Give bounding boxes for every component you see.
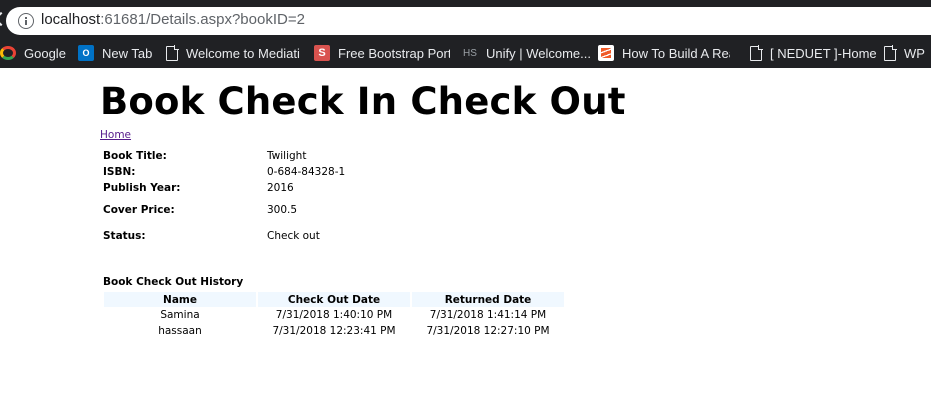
table-row: hassaan 7/31/2018 12:23:41 PM 7/31/2018 … — [104, 323, 564, 339]
bookmark-label: [ NEDUET ]-Home — [770, 45, 877, 61]
bookmark-unify[interactable]: HS Unify | Welcome... — [462, 44, 591, 62]
cell-checkout-date: 7/31/2018 1:40:10 PM — [275, 309, 393, 321]
history-table: Name Check Out Date Returned Date Samina… — [102, 292, 566, 339]
url-text[interactable]: localhost:61681/Details.aspx?bookID=2 — [41, 11, 305, 28]
isbn-label: ISBN: — [103, 166, 136, 178]
column-header-returned-date: Returned Date — [412, 292, 564, 307]
page-icon — [166, 44, 179, 61]
column-header-checkout-date: Check Out Date — [258, 292, 410, 307]
bookmark-label: Welcome to Mediati — [186, 45, 300, 61]
table-header-row: Name Check Out Date Returned Date — [104, 292, 564, 307]
info-icon[interactable] — [18, 13, 34, 29]
url-host: localhost — [41, 11, 101, 28]
bookmark-neduet[interactable]: [ NEDUET ]-Home — [748, 44, 877, 62]
bookmark-wp[interactable]: WP — [882, 44, 925, 62]
google-icon — [0, 46, 16, 60]
cover-price-value: 300.5 — [267, 204, 298, 216]
cover-price-label: Cover Price: — [103, 204, 175, 216]
publish-year-label: Publish Year: — [103, 182, 181, 194]
cell-returned-date: 7/31/2018 1:41:14 PM — [429, 309, 547, 321]
bookmark-label: WP — [904, 45, 925, 61]
column-header-name: Name — [104, 292, 256, 307]
status-value: Check out — [267, 230, 320, 242]
hs-icon: HS — [463, 47, 477, 59]
table-row: Samina 7/31/2018 1:40:10 PM 7/31/2018 1:… — [104, 307, 564, 323]
cell-name: Samina — [160, 309, 200, 321]
url-path: :61681/Details.aspx?bookID=2 — [100, 11, 305, 28]
bookmark-google[interactable]: Google — [0, 44, 66, 62]
page-icon — [884, 44, 897, 61]
stackoverflow-icon — [598, 45, 614, 61]
page-title: Book Check In Check Out — [100, 80, 626, 123]
bookmark-label: Google — [24, 45, 66, 61]
browser-chrome: localhost:61681/Details.aspx?bookID=2 Go… — [0, 0, 931, 68]
cell-returned-date: 7/31/2018 12:27:10 PM — [426, 325, 550, 337]
home-link[interactable]: Home — [100, 129, 131, 141]
history-title: Book Check Out History — [103, 276, 244, 288]
isbn-value: 0-684-84328-1 — [267, 166, 346, 178]
page-icon — [750, 44, 763, 61]
bookmark-mediation[interactable]: Welcome to Mediati — [164, 44, 303, 62]
book-title-label: Book Title: — [103, 150, 167, 162]
publish-year-value: 2016 — [267, 182, 294, 194]
bookmark-label: How To Build A Real — [622, 45, 730, 61]
bookmark-build-real[interactable]: How To Build A Real — [598, 44, 730, 62]
bookmark-bootstrap[interactable]: S Free Bootstrap Portf — [314, 44, 450, 62]
bookmark-new-tab[interactable]: O New Tab — [78, 44, 152, 62]
book-title-value: Twilight — [267, 150, 307, 162]
bookmark-label: New Tab — [102, 45, 153, 61]
bookmarks-bar: Google O New Tab Welcome to Mediati S Fr… — [0, 40, 931, 66]
outlook-icon: O — [78, 45, 94, 61]
cell-checkout-date: 7/31/2018 12:23:41 PM — [272, 325, 396, 337]
bookmark-label: Free Bootstrap Portf — [338, 45, 450, 61]
status-label: Status: — [103, 230, 146, 242]
address-bar[interactable]: localhost:61681/Details.aspx?bookID=2 — [6, 7, 931, 35]
back-arrow-icon[interactable] — [0, 10, 5, 32]
bookmark-label: Unify | Welcome... — [486, 45, 591, 61]
s-icon: S — [314, 45, 330, 61]
cell-name: hassaan — [158, 325, 202, 337]
